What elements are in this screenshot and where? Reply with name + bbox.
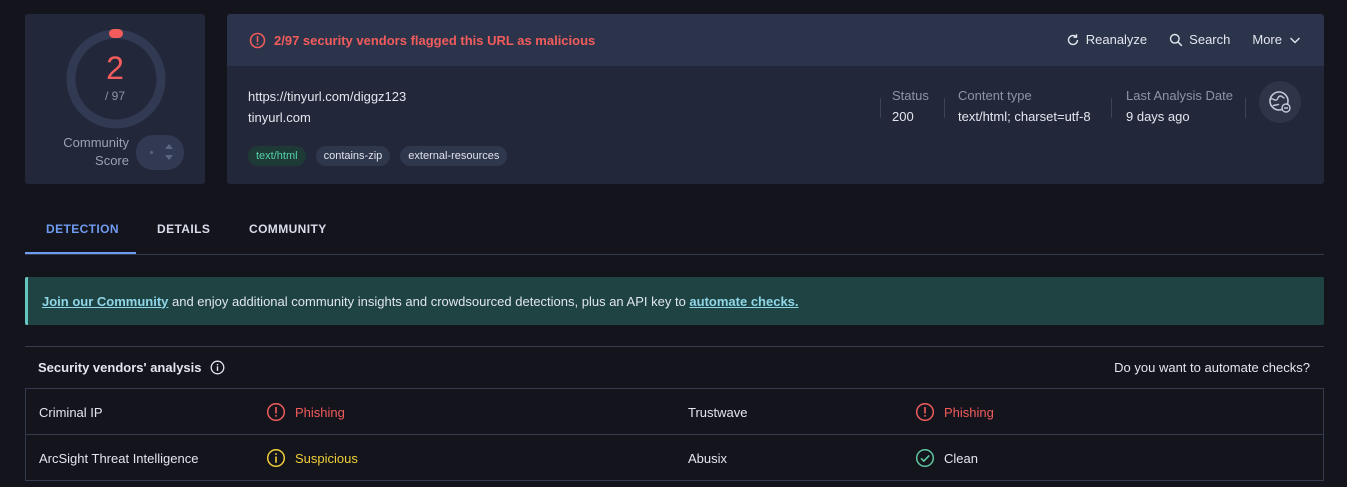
tag-text-html[interactable]: text/html (248, 146, 306, 166)
info-icon[interactable] (210, 360, 225, 375)
vote-dot (150, 151, 153, 154)
detection-score-card: 2 / 97 Community Score (25, 14, 205, 184)
url-globe-button[interactable] (1259, 81, 1301, 123)
globe-link-icon (1269, 91, 1291, 113)
community-vote-control[interactable] (136, 135, 184, 170)
community-banner: Join our Community and enjoy additional … (25, 277, 1324, 325)
divider (1111, 98, 1112, 118)
divider (880, 98, 881, 118)
community-score-label: Community Score (63, 135, 129, 168)
last-analysis-value: 9 days ago (1126, 109, 1190, 124)
vendor-result: Clean (915, 435, 978, 481)
alert-circle-icon (266, 402, 286, 422)
automate-checks-prompt[interactable]: Do you want to automate checks? (1114, 360, 1310, 375)
vendor-name: Abusix (688, 450, 728, 466)
vote-down-icon[interactable] (165, 155, 173, 160)
search-icon (1169, 33, 1183, 46)
active-tab-indicator (25, 252, 136, 254)
tag-contains-zip[interactable]: contains-zip (315, 146, 391, 166)
refresh-icon (1067, 33, 1078, 45)
vendor-total: / 97 (104, 89, 125, 103)
info-circle-icon (266, 448, 286, 468)
content-type-value: text/html; charset=utf-8 (958, 109, 1091, 124)
header-actions: Reanalyze Search More (1066, 32, 1302, 47)
alert-circle-icon (915, 402, 935, 422)
vendor-result: Suspicious (266, 435, 358, 481)
tab-detection[interactable]: DETECTION (46, 222, 119, 236)
status-value: 200 (892, 109, 914, 124)
join-community-link[interactable]: Join our Community (42, 294, 168, 309)
reanalyze-button[interactable]: Reanalyze (1066, 32, 1147, 47)
content-type-meta: Content type text/html; charset=utf-8 (958, 88, 1091, 124)
alert-text: 2/97 security vendors flagged this URL a… (274, 33, 596, 48)
report-tabs: DETECTION DETAILS COMMUNITY (25, 210, 1324, 255)
vendor-name: ArcSight Threat Intelligence (39, 450, 199, 466)
chevron-down-icon (1290, 37, 1300, 43)
divider (1245, 98, 1246, 118)
vendor-name: Criminal IP (39, 404, 103, 420)
url-info-card: 2/97 security vendors flagged this URL a… (227, 14, 1324, 184)
tag-list: text/html contains-zip external-resource… (248, 146, 508, 166)
vendor-name: Trustwave (688, 404, 748, 420)
analyzed-url: https://tinyurl.com/diggz123 (248, 89, 407, 104)
vendor-result: Phishing (915, 389, 994, 435)
vendors-analysis-header: Security vendors' analysis Do you want t… (25, 346, 1324, 388)
tab-details[interactable]: DETAILS (157, 222, 210, 236)
divider (944, 98, 945, 118)
last-analysis-meta: Last Analysis Date 9 days ago (1126, 88, 1233, 124)
table-row: ArcSight Threat Intelligence Suspicious … (26, 435, 1323, 481)
detection-count: 2 (106, 50, 124, 86)
search-button[interactable]: Search (1169, 32, 1230, 47)
vendors-table: Criminal IP Phishing Trustwave Phishing … (25, 388, 1324, 481)
tag-external-resources[interactable]: external-resources (400, 146, 508, 166)
malicious-alert: 2/97 security vendors flagged this URL a… (249, 32, 595, 49)
check-circle-icon (915, 448, 935, 468)
status-meta: Status 200 (892, 88, 929, 124)
analyzed-domain[interactable]: tinyurl.com (248, 110, 311, 125)
automate-checks-link[interactable]: automate checks. (689, 294, 798, 309)
alert-circle-icon (249, 32, 266, 49)
banner-text: and enjoy additional community insights … (168, 293, 690, 309)
more-menu-button[interactable]: More (1252, 32, 1302, 47)
vendor-result: Phishing (266, 389, 345, 435)
vote-up-icon[interactable] (165, 144, 173, 149)
table-row: Criminal IP Phishing Trustwave Phishing (26, 389, 1323, 435)
vendors-analysis-title: Security vendors' analysis (38, 360, 225, 375)
tab-community[interactable]: COMMUNITY (249, 222, 327, 236)
alert-header: 2/97 security vendors flagged this URL a… (227, 14, 1324, 66)
